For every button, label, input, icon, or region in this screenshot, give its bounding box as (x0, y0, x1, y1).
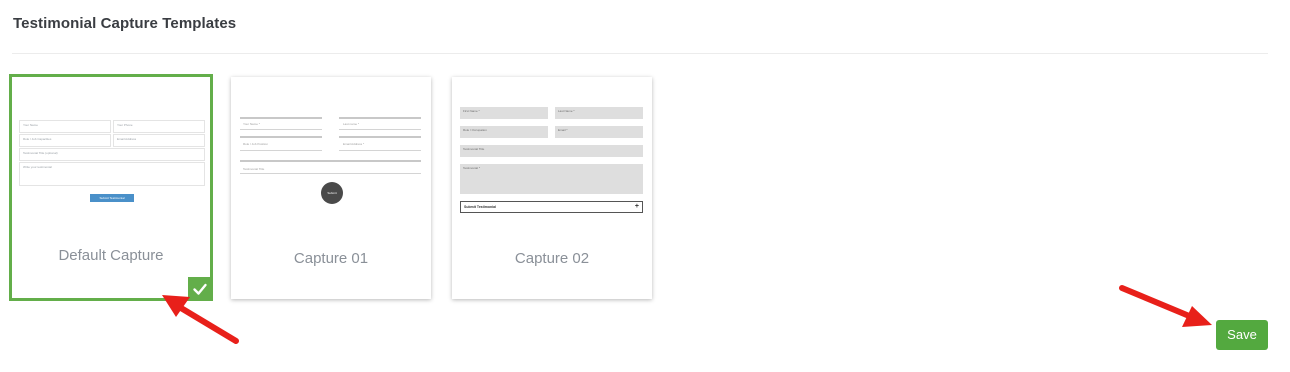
template-card-default-capture[interactable]: Your Name Your Phone Role / Job Capaciti… (9, 74, 213, 301)
preview-field: Role / Job Position (243, 142, 269, 146)
template-label: Default Capture (58, 247, 164, 264)
section-divider (12, 53, 1268, 54)
preview-field: Testimonial Title (460, 145, 643, 157)
page-title: Testimonial Capture Templates (13, 15, 237, 32)
template-preview-capture-02: First Name * Last Name * Role / Occupati… (452, 77, 652, 237)
preview-field: Your Name (19, 120, 111, 133)
preview-field: Role / Job Capacities (19, 134, 111, 147)
preview-field: Email * (555, 126, 643, 138)
save-button[interactable]: Save (1216, 320, 1268, 350)
preview-field: Email Address (113, 134, 205, 147)
preview-field: Testimonial Title (243, 167, 265, 171)
preview-field: Testimonial Title (optional) (19, 148, 205, 161)
check-icon (188, 277, 212, 301)
preview-submit-button: Submit Testimonial (90, 194, 134, 202)
preview-field: Your Phone (113, 120, 205, 133)
plus-icon: + (634, 203, 639, 210)
template-card-capture-02[interactable]: First Name * Last Name * Role / Occupati… (452, 77, 652, 299)
red-arrow-icon (1119, 285, 1212, 327)
preview-field: Last name * (343, 122, 360, 126)
preview-field: First Name * (460, 107, 548, 119)
preview-submit-button: Submit Testimonial + (460, 201, 643, 213)
preview-field: Email Address * (343, 142, 365, 146)
preview-submit-label: Submit Testimonial (464, 205, 497, 209)
preview-field: Last Name * (555, 107, 643, 119)
template-card-capture-01[interactable]: Your Name * Last name * Role / Job Posit… (231, 77, 431, 299)
preview-textarea: Testimonial * (460, 164, 643, 194)
template-label: Capture 01 (293, 250, 369, 267)
template-preview-default: Your Name Your Phone Role / Job Capaciti… (12, 77, 210, 237)
template-preview-capture-01: Your Name * Last name * Role / Job Posit… (231, 77, 431, 237)
preview-field: Role / Occupation (460, 126, 548, 138)
preview-submit-button: Submit (321, 182, 343, 204)
preview-field: Your Name * (243, 122, 260, 126)
preview-textarea: Write your testimonial (19, 162, 205, 186)
template-label: Capture 02 (514, 250, 590, 267)
